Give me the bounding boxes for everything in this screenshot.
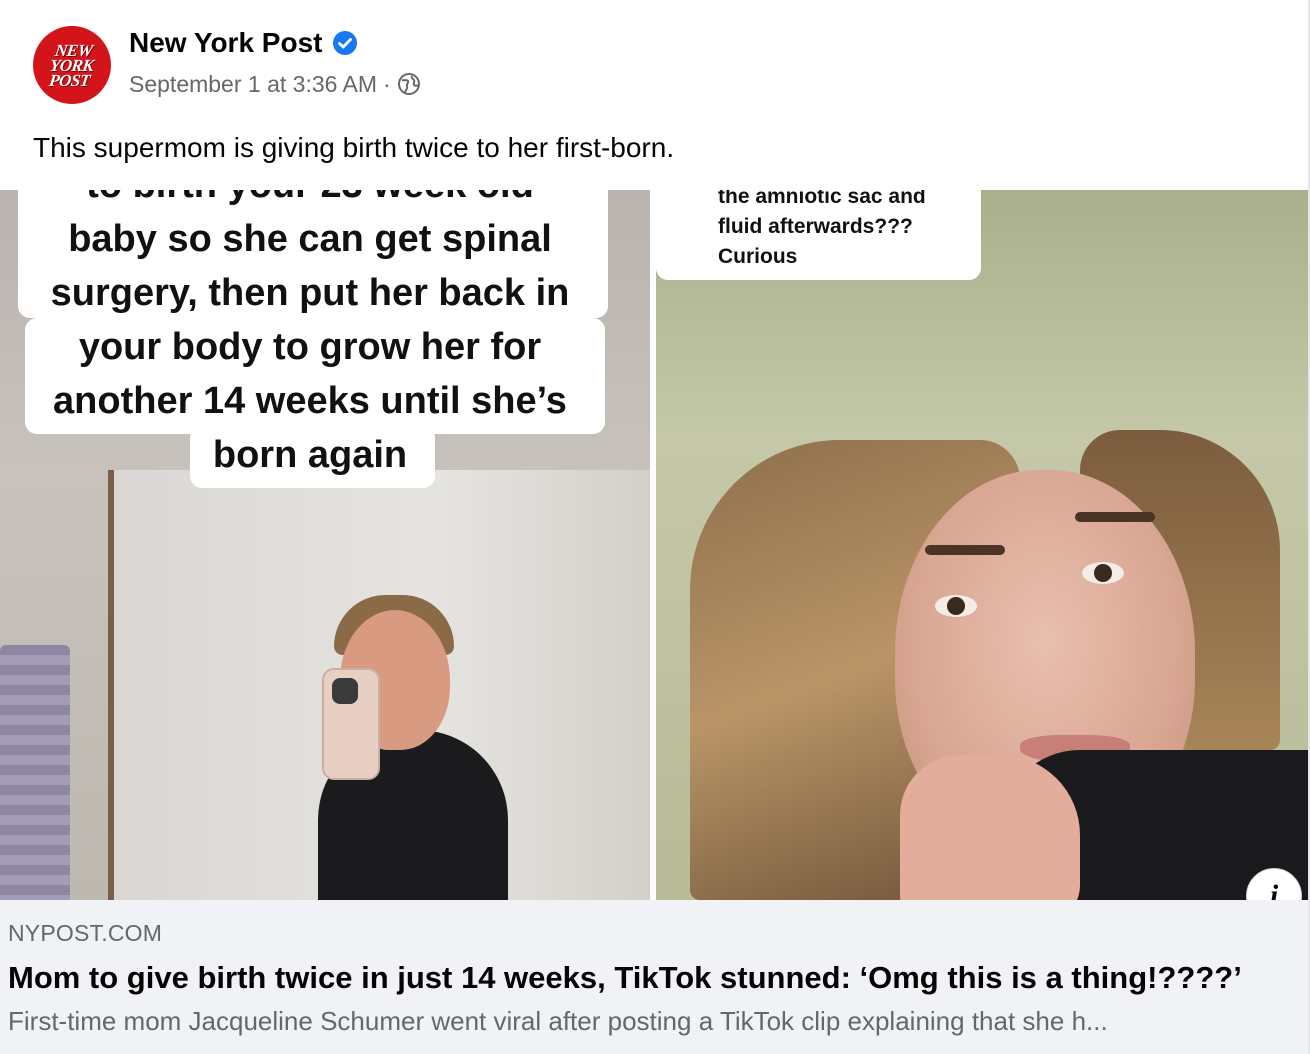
new-york-post-logo: NEW YORK POST	[48, 40, 96, 90]
info-icon: i	[1269, 879, 1279, 900]
page-name-row: New York Post	[129, 26, 358, 60]
link-domain: NYPOST.COM	[8, 920, 163, 946]
hand	[900, 755, 1080, 900]
phone	[322, 668, 380, 780]
verified-badge-icon	[332, 30, 358, 56]
eyebrow	[925, 545, 1005, 555]
page-avatar[interactable]: NEW YORK POST	[33, 26, 111, 104]
post-image[interactable]: to birth your 23 week old baby so she ca…	[0, 190, 1308, 900]
post-timestamp-link[interactable]: September 1 at 3:36 AM	[129, 70, 377, 98]
link-description: First-time mom Jacqueline Schumer went v…	[8, 1006, 1108, 1036]
facebook-post: NEW YORK POST New York Post September 1 …	[0, 0, 1310, 1054]
tiktok-overlay-text-left: to birth your 23 week old baby so she ca…	[50, 190, 570, 476]
link-preview[interactable]: NYPOST.COM Mom to give birth twice in ju…	[0, 900, 1308, 1054]
towel	[0, 645, 70, 900]
globe-icon[interactable]	[397, 72, 421, 96]
image-panel-left: to birth your 23 week old baby so she ca…	[0, 190, 650, 900]
meta-separator: ·	[383, 71, 391, 97]
eye	[1082, 562, 1124, 584]
tiktok-overlay-text-right: the amniotic sac and fluid afterwards???…	[718, 190, 926, 268]
post-caption: This supermom is giving birth twice to h…	[33, 132, 675, 163]
page-name-link[interactable]: New York Post	[129, 26, 322, 60]
post-meta: September 1 at 3:36 AM ·	[129, 70, 421, 98]
eye	[935, 595, 977, 617]
link-title[interactable]: Mom to give birth twice in just 14 weeks…	[8, 960, 1242, 996]
eyebrow	[1075, 512, 1155, 522]
door-frame	[108, 470, 114, 900]
